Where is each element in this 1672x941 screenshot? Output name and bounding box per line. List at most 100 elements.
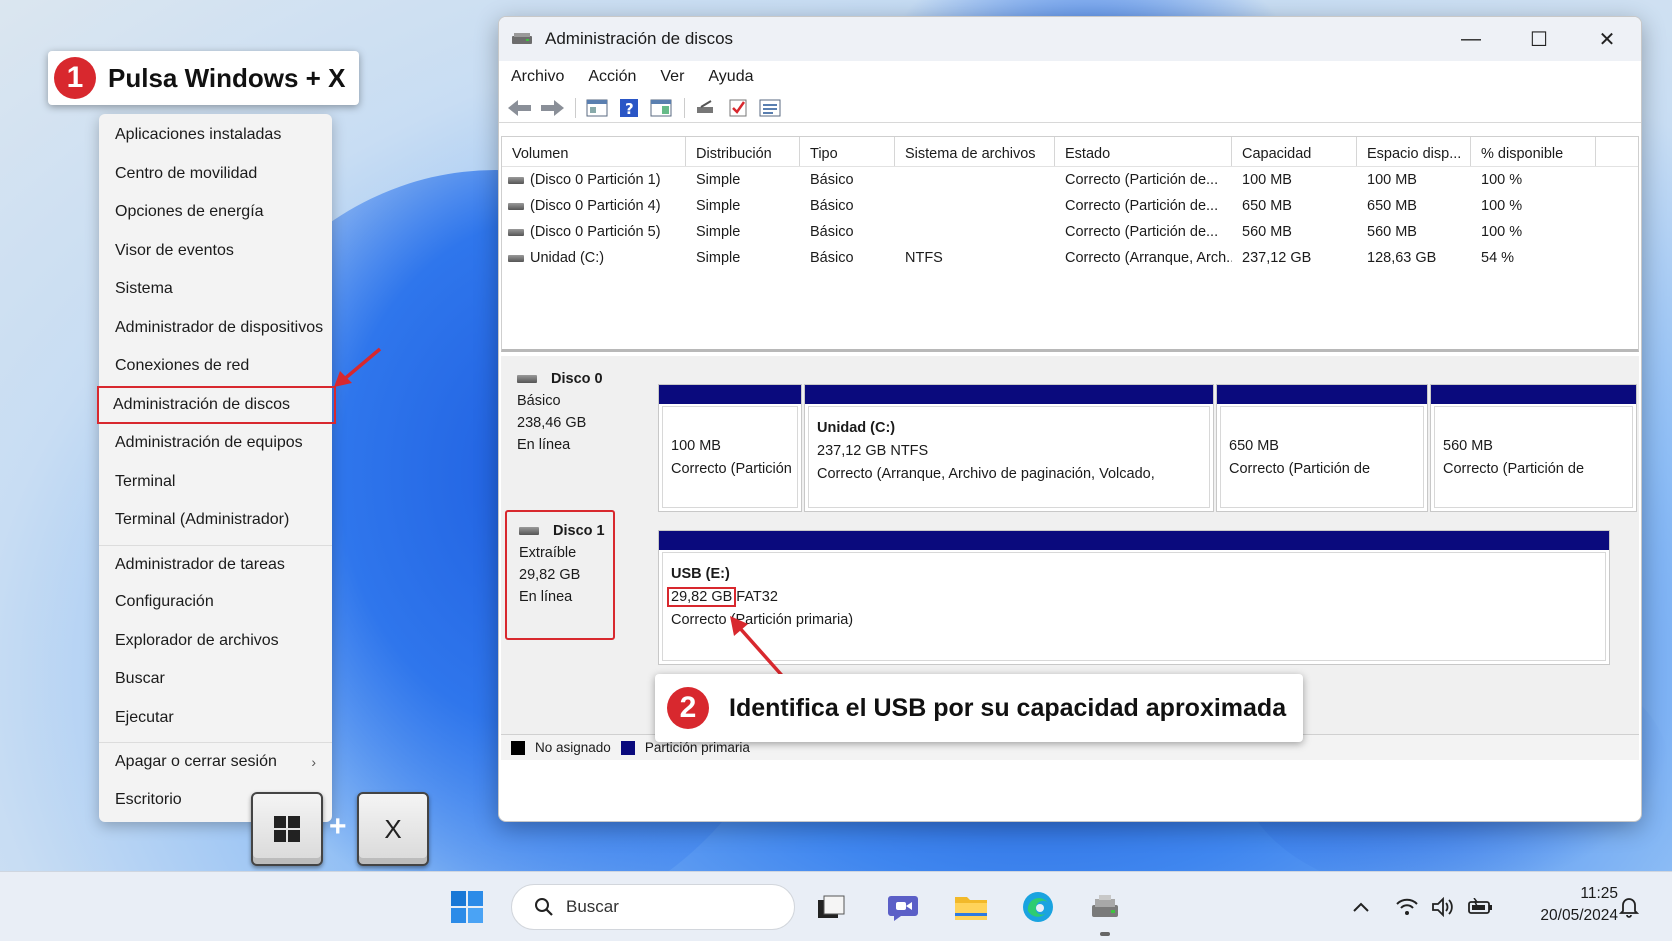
- partition-band: [659, 531, 1609, 550]
- taskbar: Buscar 11:25 20/05/2024: [0, 871, 1672, 941]
- table-row[interactable]: (Disco 0 Partición 5) Simple Básico Corr…: [502, 219, 1638, 245]
- menu-archivo[interactable]: Archivo: [511, 68, 564, 86]
- winx-item-computer-management[interactable]: Administración de equipos: [99, 424, 332, 463]
- partition-disk0-c[interactable]: Unidad (C:) 237,12 GB NTFS Correcto (Arr…: [804, 384, 1214, 512]
- back-arrow-icon[interactable]: [505, 96, 535, 120]
- toolbar-separator: [684, 97, 685, 118]
- menu-accion[interactable]: Acción: [588, 68, 636, 86]
- cell-volumen: (Disco 0 Partición 1): [502, 167, 686, 193]
- col-volumen[interactable]: Volumen: [502, 137, 686, 166]
- cell-estado: Correcto (Partición de...: [1065, 198, 1219, 214]
- volume-icon[interactable]: [1428, 885, 1458, 929]
- cell-distribucion: Simple: [696, 250, 741, 266]
- connect-icon[interactable]: [691, 96, 721, 120]
- table-row[interactable]: (Disco 0 Partición 4) Simple Básico Corr…: [502, 193, 1638, 219]
- windows-start-icon[interactable]: [445, 885, 489, 929]
- table-row[interactable]: (Disco 0 Partición 1) Simple Básico Corr…: [502, 167, 1638, 193]
- drive-icon: [508, 176, 524, 184]
- winx-item-mobility-center[interactable]: Centro de movilidad: [99, 155, 332, 194]
- help-icon[interactable]: ?: [614, 96, 644, 120]
- drive-icon: [519, 527, 539, 535]
- list-icon[interactable]: [755, 96, 785, 120]
- partition-size: 560 MB: [1443, 438, 1493, 454]
- cell-espacio-disponible: 560 MB: [1367, 224, 1417, 240]
- partition-body: Unidad (C:) 237,12 GB NTFS Correcto (Arr…: [808, 406, 1210, 508]
- disk1-type: Extraíble: [519, 545, 577, 561]
- table-row[interactable]: Unidad (C:) Simple Básico NTFS Correcto …: [502, 245, 1638, 271]
- windows-key: [251, 792, 323, 866]
- partition-status: Correcto (Arranque, Archivo de paginació…: [817, 466, 1155, 482]
- cell-porcentaje: 100 %: [1481, 172, 1523, 188]
- taskbar-search[interactable]: Buscar: [511, 884, 795, 930]
- partition-name: USB (E:): [671, 566, 730, 582]
- col-sistema-archivos[interactable]: Sistema de archivos: [895, 137, 1055, 166]
- disk0-row: Disco 0 Básico 238,46 GB En línea 100 MB…: [501, 356, 1639, 512]
- col-distribucion[interactable]: Distribución: [686, 137, 800, 166]
- properties-icon[interactable]: [582, 96, 612, 120]
- partition-usb-e[interactable]: USB (E:) 29,82 GB FAT32 Correcto (Partici…: [658, 530, 1610, 665]
- chat-icon[interactable]: [881, 885, 925, 929]
- col-tipo[interactable]: Tipo: [800, 137, 895, 166]
- notification-bell-icon[interactable]: [1614, 885, 1644, 929]
- step1-text: Pulsa Windows + X: [108, 62, 346, 93]
- col-capacidad[interactable]: Capacidad: [1232, 137, 1357, 166]
- cell-capacidad: 237,12 GB: [1242, 250, 1312, 266]
- minimize-button[interactable]: —: [1437, 17, 1505, 61]
- winx-item-run[interactable]: Ejecutar: [99, 699, 332, 738]
- winx-item-system[interactable]: Sistema: [99, 270, 332, 309]
- disk1-label[interactable]: Disco 1 Extraíble 29,82 GB En línea: [505, 510, 615, 640]
- plus-sign: +: [329, 810, 347, 843]
- search-placeholder: Buscar: [566, 897, 619, 916]
- disk0-label[interactable]: Disco 0 Básico 238,46 GB En línea: [505, 360, 655, 492]
- partition-band: [659, 385, 801, 404]
- cell-distribucion: Simple: [696, 172, 741, 188]
- winx-item-device-manager[interactable]: Administrador de dispositivos: [99, 309, 332, 348]
- edge-icon[interactable]: [1016, 885, 1060, 929]
- task-view-icon[interactable]: [809, 885, 853, 929]
- close-button[interactable]: ✕: [1573, 17, 1641, 61]
- menu-ayuda[interactable]: Ayuda: [708, 68, 753, 86]
- drive-icon: [508, 254, 524, 262]
- partition-size-line: 29,82 GB FAT32: [667, 586, 1597, 609]
- winx-item-shutdown-label: Apagar o cerrar sesión: [115, 753, 277, 770]
- winx-item-network-connections[interactable]: Conexiones de red: [99, 347, 332, 386]
- wifi-icon[interactable]: [1392, 885, 1422, 929]
- battery-icon[interactable]: [1466, 885, 1496, 929]
- partition-name: Unidad (C:): [817, 420, 896, 436]
- partition-disk0-5[interactable]: 560 MB Correcto (Partición de: [1430, 384, 1637, 512]
- col-espacio-disponible[interactable]: Espacio disp...: [1357, 137, 1471, 166]
- menu-ver[interactable]: Ver: [660, 68, 684, 86]
- forward-arrow-icon[interactable]: [537, 96, 567, 120]
- cell-porcentaje: 100 %: [1481, 198, 1523, 214]
- cell-porcentaje: 54 %: [1481, 250, 1515, 266]
- winx-item-task-manager[interactable]: Administrador de tareas: [99, 544, 332, 584]
- winx-item-search[interactable]: Buscar: [99, 660, 332, 699]
- winx-item-terminal[interactable]: Terminal: [99, 463, 332, 502]
- show-hide-icon[interactable]: [646, 96, 676, 120]
- system-clock[interactable]: 11:25 20/05/2024: [1508, 883, 1618, 927]
- winx-item-file-explorer[interactable]: Explorador de archivos: [99, 622, 332, 661]
- active-app-indicator: [1100, 932, 1110, 936]
- col-porcentaje-disponible[interactable]: % disponible: [1471, 137, 1596, 166]
- winx-item-installed-apps[interactable]: Aplicaciones instaladas: [99, 116, 332, 155]
- winx-item-disk-management[interactable]: Administración de discos: [97, 385, 336, 424]
- winx-item-event-viewer[interactable]: Visor de eventos: [99, 232, 332, 271]
- check-icon[interactable]: [723, 96, 753, 120]
- disk0-name-text: Disco 0: [551, 371, 603, 387]
- winx-item-power-options[interactable]: Opciones de energía: [99, 193, 332, 232]
- cell-volumen-text: (Disco 0 Partición 5): [530, 224, 661, 240]
- legend-swatch-primary: [620, 740, 635, 755]
- svg-text:?: ?: [625, 100, 634, 118]
- partition-disk0-1[interactable]: 100 MB Correcto (Partición: [658, 384, 802, 512]
- winx-item-settings[interactable]: Configuración: [99, 583, 332, 622]
- partition-disk0-4[interactable]: 650 MB Correcto (Partición de: [1216, 384, 1428, 512]
- winx-item-shutdown[interactable]: Apagar o cerrar sesión ›: [99, 742, 332, 781]
- disk-management-icon[interactable]: [1083, 885, 1127, 929]
- file-explorer-icon[interactable]: [949, 885, 993, 929]
- partition-band: [1431, 385, 1636, 404]
- chevron-up-icon[interactable]: [1346, 885, 1376, 929]
- col-estado[interactable]: Estado: [1055, 137, 1232, 166]
- windows-logo-icon: [274, 816, 300, 842]
- winx-item-terminal-admin[interactable]: Terminal (Administrador): [99, 501, 332, 540]
- maximize-button[interactable]: ☐: [1505, 17, 1573, 61]
